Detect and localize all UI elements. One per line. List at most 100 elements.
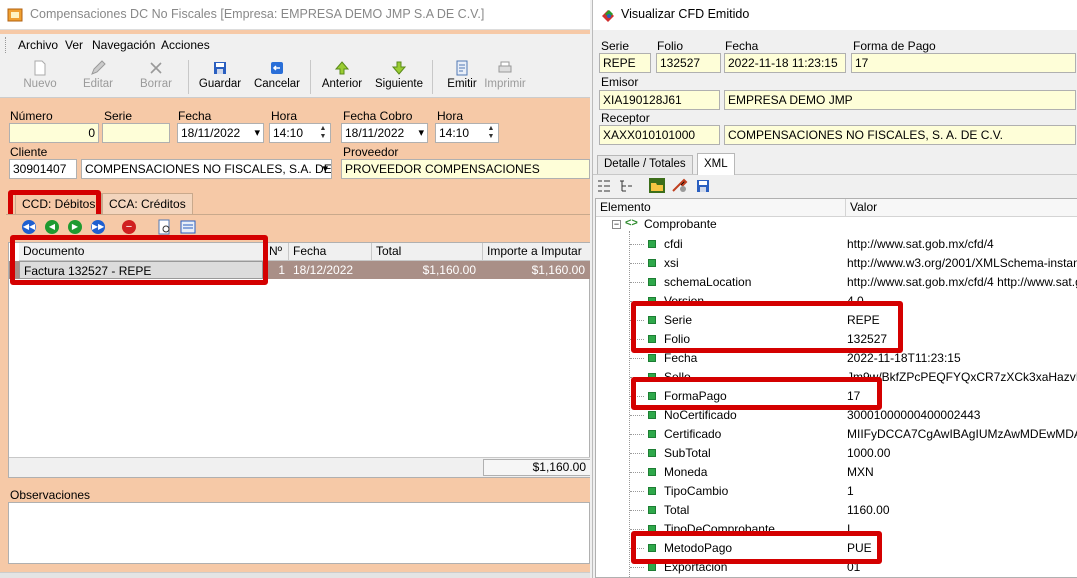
save-xml-icon[interactable] — [695, 178, 711, 194]
status-bar — [0, 572, 590, 578]
tree-attribute-name[interactable]: SubTotal — [664, 444, 711, 463]
tab-detalle-totales[interactable]: Detalle / Totales — [597, 155, 693, 174]
tree-attribute-value[interactable]: MXN — [847, 463, 1077, 482]
tree-attribute-value[interactable]: 1 — [847, 482, 1077, 501]
proveedor-field[interactable]: PROVEEDOR COMPENSACIONES — [341, 159, 590, 179]
tree-attribute-name[interactable]: Moneda — [664, 463, 707, 482]
fecha-cobro-date-picker[interactable]: 18/11/2022 — [341, 123, 428, 143]
tree-attribute-name[interactable]: TipoCambio — [664, 482, 728, 501]
cfd-receptor-name[interactable]: COMPENSACIONES NO FISCALES, S. A. DE C.V… — [724, 125, 1076, 145]
hora-spinner[interactable]: ▲ ▼ — [317, 125, 329, 141]
cell-importe: $1,160.00 — [531, 263, 585, 277]
attribute-leaf-icon — [648, 449, 656, 457]
tree-branch-line — [630, 282, 644, 283]
tree-attribute-value[interactable]: http://www.sat.gob.mx/cfd/4 — [847, 235, 1077, 254]
cliente-code-field[interactable]: 30901407 — [9, 159, 77, 179]
guardar-label: Guardar — [198, 78, 242, 90]
col-elemento[interactable]: Elemento — [596, 199, 846, 217]
collapse-toggle-icon[interactable]: − — [612, 220, 621, 229]
arrow-down-icon — [391, 61, 407, 75]
serie-field[interactable] — [102, 123, 170, 143]
numero-field[interactable]: 0 — [9, 123, 99, 143]
cfd-emisor-label: Emisor — [601, 75, 639, 89]
tree-attribute-value[interactable]: http://www.w3.org/2001/XMLSchema-instanc… — [847, 254, 1077, 273]
highlight-metodopago-box — [631, 531, 882, 564]
hora-cobro-field[interactable]: 14:10 ▲ ▼ — [435, 123, 499, 143]
menu-archivo[interactable]: Archivo — [18, 38, 58, 52]
cancelar-button[interactable]: Cancelar — [252, 58, 302, 96]
tree-attribute-value[interactable]: MIIFyDCCA7CgAwIBAgIUMzAwMDEwMDAwMDA — [847, 425, 1077, 444]
tree-guide-line — [629, 231, 630, 577]
tree-attribute-name[interactable]: cfdi — [664, 235, 683, 254]
delete-icon — [150, 62, 162, 74]
open-folder-icon[interactable] — [648, 177, 666, 194]
borrar-button[interactable]: Borrar — [134, 58, 178, 96]
editar-label: Editar — [82, 78, 114, 90]
guardar-button[interactable]: Guardar — [196, 58, 244, 96]
last-record-icon[interactable]: ▶▶ — [91, 220, 105, 234]
attribute-leaf-icon — [648, 259, 656, 267]
tree-branch-line — [630, 244, 644, 245]
cfd-serie-field[interactable]: REPE — [599, 53, 651, 73]
nuevo-button[interactable]: Nuevo — [18, 58, 62, 96]
collapse-all-icon[interactable] — [618, 178, 634, 194]
first-record-icon[interactable]: ◀◀ — [22, 220, 36, 234]
form-view-icon[interactable] — [180, 219, 196, 235]
tree-attribute-value[interactable]: 1000.00 — [847, 444, 1077, 463]
cfd-fecha-field[interactable]: 2022-11-18 11:23:15 — [724, 53, 846, 73]
tree-attribute-value[interactable]: 1160.00 — [847, 501, 1077, 520]
col-num[interactable]: Nº — [265, 243, 289, 261]
cfd-fecha-label: Fecha — [725, 39, 759, 53]
expand-all-icon[interactable] — [596, 178, 612, 194]
cfd-emisor-rfc[interactable]: XIA190128J61 — [599, 90, 720, 110]
tree-branch-line — [630, 453, 644, 454]
col-fecha[interactable]: Fecha — [289, 243, 372, 261]
siguiente-button[interactable]: Siguiente — [372, 58, 426, 96]
nuevo-label: Nuevo — [23, 78, 57, 90]
col-total[interactable]: Total — [372, 243, 483, 261]
new-document-icon — [34, 60, 46, 76]
tree-attribute-name[interactable]: Total — [664, 501, 689, 520]
tree-attribute-name[interactable]: schemaLocation — [664, 273, 751, 292]
col-importe[interactable]: Importe a Imputar — [483, 243, 590, 261]
tab-cca-creditos[interactable]: CCA: Créditos — [102, 193, 193, 215]
cfd-folio-field[interactable]: 132527 — [656, 53, 721, 73]
cfd-emisor-name[interactable]: EMPRESA DEMO JMP — [724, 90, 1076, 110]
cfd-forma-pago-field[interactable]: 17 — [851, 53, 1076, 73]
hora-field[interactable]: 14:10 ▲ ▼ — [269, 123, 331, 143]
editar-button[interactable]: Editar — [76, 58, 120, 96]
fecha-date-picker[interactable]: 18/11/2022 — [177, 123, 264, 143]
cell-total: $1,160.00 — [422, 263, 476, 277]
observaciones-textarea[interactable] — [8, 502, 590, 564]
tree-attribute-name[interactable]: Certificado — [664, 425, 721, 444]
remove-record-icon[interactable]: − — [122, 220, 136, 234]
cliente-label: Cliente — [10, 145, 48, 159]
menu-ver[interactable]: Ver — [65, 38, 83, 52]
previous-record-icon[interactable]: ◀ — [45, 220, 59, 234]
next-record-icon[interactable]: ▶ — [68, 220, 82, 234]
search-document-icon[interactable] — [157, 219, 173, 235]
cfd-receptor-rfc[interactable]: XAXX010101000 — [599, 125, 720, 145]
tree-branch-line — [630, 358, 644, 359]
imprimir-button[interactable]: Imprimir — [484, 58, 526, 96]
hora-cobro-value: 14:10 — [439, 126, 470, 140]
highlight-formapago-box — [631, 377, 882, 410]
tree-root-comprobante[interactable]: Comprobante — [644, 215, 717, 234]
tree-attribute-name[interactable]: xsi — [664, 254, 679, 273]
right-titlebar: Visualizar CFD Emitido — [593, 0, 1077, 30]
menu-acciones[interactable]: Acciones — [161, 38, 210, 52]
left-titlebar: Compensaciones DC No Fiscales [Empresa: … — [0, 0, 590, 30]
tools-icon[interactable] — [671, 177, 688, 194]
tree-attribute-value[interactable]: 30001000000400002443 — [847, 406, 1077, 425]
col-valor[interactable]: Valor — [846, 199, 1077, 217]
menu-navegacion[interactable]: Navegación — [92, 38, 155, 52]
anterior-button[interactable]: Anterior — [318, 58, 366, 96]
tab-xml[interactable]: XML — [697, 153, 735, 175]
cliente-name-select[interactable]: COMPENSACIONES NO FISCALES, S.A. DE C. — [81, 159, 332, 179]
attribute-leaf-icon — [648, 468, 656, 476]
tree-attribute-value[interactable]: http://www.sat.gob.mx/cfd/4 http://www.s… — [847, 273, 1077, 292]
emitir-button[interactable]: Emitir — [440, 58, 484, 96]
cfd-serie-label: Serie — [601, 39, 630, 53]
hora-cobro-spinner[interactable]: ▲ ▼ — [485, 125, 497, 141]
tree-branch-line — [630, 529, 644, 530]
